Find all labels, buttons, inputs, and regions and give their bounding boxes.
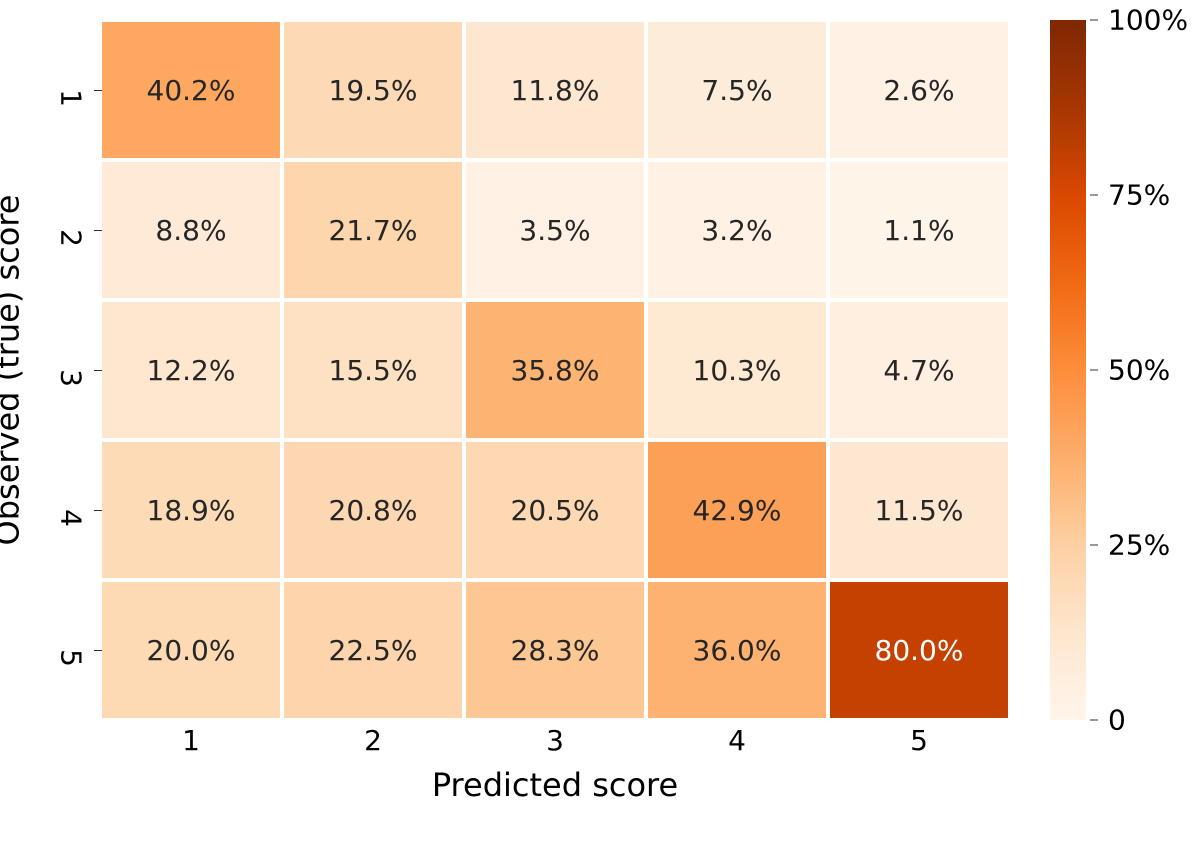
- heatmap-cell: 22.5%: [282, 580, 464, 720]
- heatmap-cell: 3.2%: [646, 160, 828, 300]
- heatmap-cell: 4.7%: [828, 300, 1010, 440]
- heatmap-cell: 21.7%: [282, 160, 464, 300]
- heatmap-cell: 10.3%: [646, 300, 828, 440]
- heatmap-grid: 40.2%19.5%11.8%7.5%2.6% 8.8%21.7%3.5%3.2%…: [100, 20, 1010, 720]
- x-tick-label: 2: [282, 724, 464, 758]
- x-tick-label: 5: [828, 724, 1010, 758]
- colorbar-gradient: [1050, 20, 1086, 720]
- heatmap-cell: 12.2%: [100, 300, 282, 440]
- heatmap-cell: 20.0%: [100, 580, 282, 720]
- y-tick-label: 3: [55, 353, 88, 387]
- heatmap-cell: 28.3%: [464, 580, 646, 720]
- heatmap-cell: 7.5%: [646, 20, 828, 160]
- colorbar-tick: 25%: [1090, 529, 1170, 562]
- x-tick-label: 1: [100, 724, 282, 758]
- heatmap-cell: 11.8%: [464, 20, 646, 160]
- heatmap-cell: 42.9%: [646, 440, 828, 580]
- heatmap-cell: 18.9%: [100, 440, 282, 580]
- colorbar-tick: 0: [1090, 704, 1126, 737]
- y-tick-label: 5: [55, 633, 88, 667]
- colorbar-tick: 50%: [1090, 354, 1170, 387]
- heatmap-cell: 19.5%: [282, 20, 464, 160]
- heatmap-cell: 1.1%: [828, 160, 1010, 300]
- y-tick-mark: [94, 230, 102, 231]
- heatmap-area: 40.2%19.5%11.8%7.5%2.6% 8.8%21.7%3.5%3.2%…: [100, 20, 1010, 720]
- heatmap-cell: 20.8%: [282, 440, 464, 580]
- y-axis-label: Observed (true) score: [0, 20, 22, 720]
- colorbar: [1050, 20, 1086, 720]
- heatmap-cell: 2.6%: [828, 20, 1010, 160]
- heatmap-cell: 15.5%: [282, 300, 464, 440]
- x-axis-ticks: 12345: [100, 724, 1010, 758]
- y-tick-mark: [94, 90, 102, 91]
- y-tick-label: 1: [55, 73, 88, 107]
- colorbar-ticks: 025%50%75%100%: [1090, 20, 1180, 720]
- y-tick-label: 4: [55, 493, 88, 527]
- colorbar-tick: 75%: [1090, 179, 1170, 212]
- y-tick-mark: [94, 510, 102, 511]
- x-tick-label: 3: [464, 724, 646, 758]
- x-tick-label: 4: [646, 724, 828, 758]
- heatmap-cell: 35.8%: [464, 300, 646, 440]
- heatmap-cell: 3.5%: [464, 160, 646, 300]
- heatmap-cell: 36.0%: [646, 580, 828, 720]
- heatmap-cell: 40.2%: [100, 20, 282, 160]
- heatmap-cell: 11.5%: [828, 440, 1010, 580]
- y-tick-label: 2: [55, 213, 88, 247]
- heatmap-cell: 80.0%: [828, 580, 1010, 720]
- figure: 40.2%19.5%11.8%7.5%2.6% 8.8%21.7%3.5%3.2%…: [0, 0, 1200, 842]
- heatmap-cell: 8.8%: [100, 160, 282, 300]
- y-tick-mark: [94, 370, 102, 371]
- x-axis-label: Predicted score: [100, 766, 1010, 804]
- y-tick-mark: [94, 650, 102, 651]
- heatmap-cell: 20.5%: [464, 440, 646, 580]
- colorbar-tick: 100%: [1090, 4, 1188, 37]
